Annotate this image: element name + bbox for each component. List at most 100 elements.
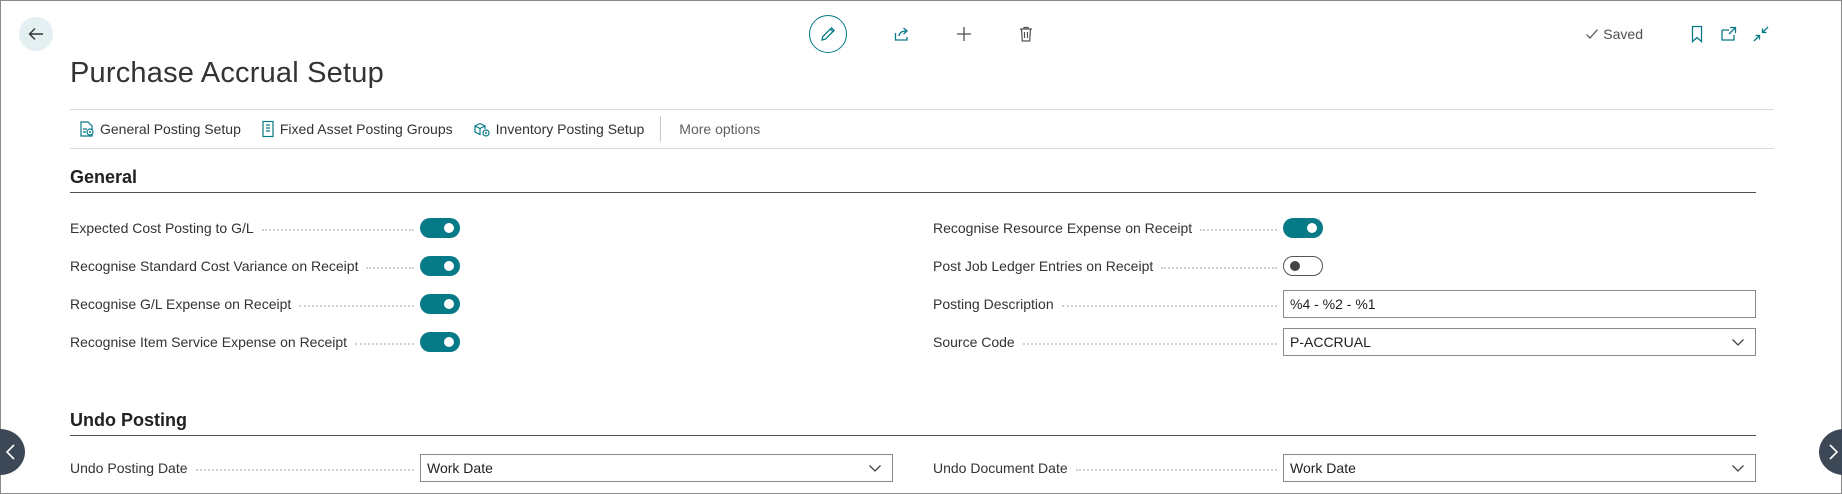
expected-cost-posting-toggle[interactable] [420,218,460,238]
trash-icon [1020,26,1032,42]
recognise-resource-expense-toggle[interactable] [1283,218,1323,238]
action-separator [660,116,662,142]
chevron-down-icon [869,465,881,472]
chevron-down-icon [1732,339,1744,346]
undo-posting-section-title: Undo Posting [70,410,187,430]
field-recognise-item-service-expense: Recognise Item Service Expense on Receip… [70,327,460,357]
posting-description-input[interactable]: %4 - %2 - %1 [1283,290,1756,318]
edit-button[interactable] [809,15,847,53]
field-recognise-standard-cost-variance: Recognise Standard Cost Variance on Rece… [70,251,460,281]
previous-record-button[interactable] [0,429,25,475]
general-section-title: General [70,167,138,187]
field-label-text: Recognise Standard Cost Variance on Rece… [70,258,367,274]
page-status-tools: Saved [1585,19,1777,49]
toggle-knob [444,299,454,309]
leader-dots [299,305,414,307]
field-label: Undo Document Date [933,460,1283,476]
fixed-asset-posting-groups-action[interactable]: Fixed Asset Posting Groups [251,110,463,148]
fixed-asset-posting-groups-label: Fixed Asset Posting Groups [279,121,453,137]
field-label-text: Undo Posting Date [70,460,196,476]
recognise-gl-expense-toggle[interactable] [420,294,460,314]
inventory-posting-setup-action[interactable]: Inventory Posting Setup [463,110,655,148]
open-in-new-window-icon [1721,26,1737,41]
leader-dots [1200,229,1277,231]
field-label: Source Code [933,334,1283,350]
inventory-posting-icon [473,122,490,137]
leader-dots [366,267,414,269]
bookmark-icon [1691,25,1703,43]
open-new-window-button[interactable] [1713,19,1745,49]
field-expected-cost-posting: Expected Cost Posting to G/L [70,213,460,243]
next-record-button[interactable] [1819,429,1842,475]
undo-posting-date-select[interactable]: Work Date [420,454,893,482]
field-label: Recognise Resource Expense on Receipt [933,220,1283,236]
field-recognise-resource-expense: Recognise Resource Expense on Receipt [933,213,1756,243]
field-label: Undo Posting Date [70,460,420,476]
new-button[interactable] [933,15,995,53]
plus-icon [957,27,971,41]
leader-dots [195,469,414,471]
page-toolbar [809,15,1057,53]
posting-description-value: %4 - %2 - %1 [1290,296,1376,312]
field-label: Post Job Ledger Entries on Receipt [933,258,1283,274]
leader-dots [1161,267,1277,269]
general-left-column: Expected Cost Posting to G/L Recognise S… [70,213,460,357]
field-label-text: Post Job Ledger Entries on Receipt [933,258,1162,274]
field-label-text: Expected Cost Posting to G/L [70,220,262,236]
share-icon [894,27,908,41]
field-post-job-ledger-entries: Post Job Ledger Entries on Receipt [933,251,1756,281]
page-title: Purchase Accrual Setup [70,57,384,89]
field-label-text: Recognise Item Service Expense on Receip… [70,334,356,350]
collapse-arrows-icon [1753,26,1769,42]
more-options-button[interactable]: More options [669,110,770,148]
source-code-select[interactable]: P-ACCRUAL [1283,328,1756,356]
post-job-ledger-entries-toggle[interactable] [1283,256,1323,276]
undo-document-date-select[interactable]: Work Date [1283,454,1756,482]
toggle-knob [1290,260,1300,271]
leader-dots [355,343,414,345]
leader-dots [261,229,414,231]
general-right-column: Recognise Resource Expense on Receipt Po… [933,213,1756,357]
leader-dots [1075,469,1277,471]
field-label: Posting Description [933,296,1283,312]
undo-posting-date-value: Work Date [427,460,493,476]
delete-button[interactable] [995,15,1057,53]
checkmark-icon [1586,29,1599,39]
toggle-knob [1307,223,1317,233]
bookmark-button[interactable] [1681,19,1713,49]
general-posting-setup-action[interactable]: General Posting Setup [70,110,251,148]
recognise-standard-cost-variance-toggle[interactable] [420,256,460,276]
toggle-knob [444,261,454,271]
arrow-left-icon [28,28,43,40]
collapse-button[interactable] [1745,19,1777,49]
undo-document-date-value: Work Date [1290,460,1356,476]
fixed-asset-icon [262,120,274,138]
saved-label: Saved [1603,26,1643,42]
more-options-label: More options [679,121,761,137]
field-label: Recognise Item Service Expense on Receip… [70,334,420,350]
toggle-knob [444,337,454,347]
field-undo-posting-date: Undo Posting Date Work Date [70,453,893,483]
field-posting-description: Posting Description %4 - %2 - %1 [933,289,1756,319]
field-recognise-gl-expense: Recognise G/L Expense on Receipt [70,289,460,319]
undo-posting-section-header[interactable]: Undo Posting [70,410,1756,436]
field-label: Expected Cost Posting to G/L [70,220,420,236]
field-source-code: Source Code P-ACCRUAL [933,327,1756,357]
inventory-posting-setup-label: Inventory Posting Setup [495,121,645,137]
back-button[interactable] [19,17,53,51]
field-label: Recognise Standard Cost Variance on Rece… [70,258,420,274]
general-posting-setup-icon [80,121,94,137]
general-section-header[interactable]: General [70,167,1756,193]
field-undo-document-date: Undo Document Date Work Date [933,453,1756,483]
field-label-text: Recognise Resource Expense on Receipt [933,220,1201,236]
undo-posting-left-column: Undo Posting Date Work Date [70,453,893,483]
toggle-knob [444,223,454,233]
field-label-text: Source Code [933,334,1023,350]
leader-dots [1022,343,1277,345]
share-button[interactable] [871,15,933,53]
recognise-item-service-expense-toggle[interactable] [420,332,460,352]
field-label-text: Undo Document Date [933,460,1076,476]
pencil-icon [821,26,836,41]
chevron-left-icon [5,444,15,460]
general-posting-setup-label: General Posting Setup [100,121,241,137]
